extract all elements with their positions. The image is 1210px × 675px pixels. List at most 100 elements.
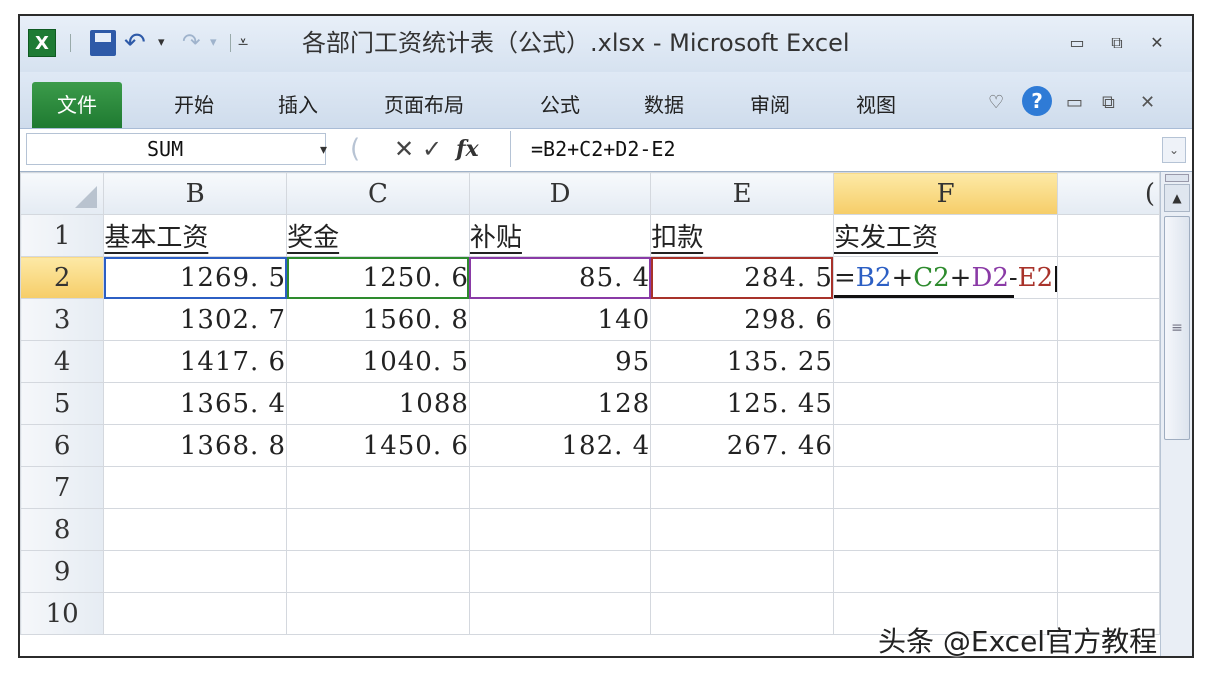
cell-d6[interactable]: 182. 4 <box>468 424 652 467</box>
minimize-ribbon-icon[interactable]: ♡ <box>988 90 1004 116</box>
cell-b6[interactable]: 1368. 8 <box>103 424 288 467</box>
name-box[interactable]: SUM <box>26 133 326 165</box>
cell-f2-editing[interactable]: =B2+C2+D2-E2 <box>832 256 1059 299</box>
cell-c2[interactable]: 1250. 6 <box>286 256 470 299</box>
undo-icon[interactable]: ↶ <box>124 28 146 58</box>
redo-icon[interactable]: ↷ <box>182 28 200 58</box>
cell[interactable] <box>468 550 652 593</box>
cell-g2[interactable] <box>1057 256 1160 299</box>
cell[interactable] <box>468 466 652 509</box>
split-box[interactable] <box>1165 174 1189 182</box>
insert-function-icon[interactable]: fx <box>456 135 479 163</box>
cell-e6[interactable]: 267. 46 <box>650 424 834 467</box>
row-header-selected[interactable]: 2 <box>20 256 105 299</box>
cell[interactable] <box>286 466 470 509</box>
select-all-corner[interactable] <box>20 172 105 215</box>
row-header[interactable]: 7 <box>20 466 105 509</box>
cell-g1[interactable] <box>1057 214 1160 257</box>
cell[interactable] <box>103 508 288 551</box>
cell-g4[interactable] <box>1057 340 1160 383</box>
cell-e1[interactable]: 扣款 <box>650 214 834 257</box>
row-header[interactable]: 6 <box>20 424 105 467</box>
enter-icon[interactable]: ✓ <box>422 135 442 163</box>
cell-c4[interactable]: 1040. 5 <box>286 340 470 383</box>
cell-f3[interactable] <box>832 298 1059 341</box>
row-header[interactable]: 8 <box>20 508 105 551</box>
cell[interactable] <box>1057 550 1160 593</box>
cell-g3[interactable] <box>1057 298 1160 341</box>
scrollbar-thumb[interactable]: ≡ <box>1164 216 1190 440</box>
cell[interactable] <box>286 592 470 635</box>
cell-c3[interactable]: 1560. 8 <box>286 298 470 341</box>
cell[interactable] <box>103 466 288 509</box>
cell-f1[interactable]: 实发工资 <box>832 214 1059 257</box>
workbook-minimize-icon[interactable]: ▭ <box>1066 90 1083 116</box>
cell[interactable] <box>650 550 834 593</box>
cell[interactable] <box>286 508 470 551</box>
tab-page-layout[interactable]: 页面布局 <box>384 82 464 128</box>
cell-e5[interactable]: 125. 45 <box>650 382 834 425</box>
cell-d4[interactable]: 95 <box>468 340 652 383</box>
cell-c5[interactable]: 1088 <box>286 382 470 425</box>
cancel-icon[interactable]: ✕ <box>394 135 414 163</box>
help-icon[interactable]: ? <box>1022 86 1052 116</box>
column-header-f[interactable]: F <box>832 172 1059 215</box>
row-header[interactable]: 3 <box>20 298 105 341</box>
redo-dropdown-icon[interactable]: ▾ <box>210 28 217 58</box>
minimize-window-button[interactable]: ▭ <box>1060 30 1094 56</box>
cell[interactable] <box>1057 508 1160 551</box>
scroll-up-icon[interactable]: ▲ <box>1164 184 1190 212</box>
cell[interactable] <box>286 550 470 593</box>
cell[interactable] <box>468 508 652 551</box>
cell[interactable] <box>832 508 1059 551</box>
cell-f5[interactable] <box>832 382 1059 425</box>
cell-b4[interactable]: 1417. 6 <box>103 340 288 383</box>
cell-e3[interactable]: 298. 6 <box>650 298 834 341</box>
expand-formula-bar-icon[interactable]: ⌄ <box>1162 137 1186 163</box>
tab-file[interactable]: 文件 <box>32 82 122 128</box>
excel-app-icon[interactable]: X <box>28 29 56 57</box>
cell[interactable] <box>832 550 1059 593</box>
cell-f4[interactable] <box>832 340 1059 383</box>
cell[interactable] <box>468 592 652 635</box>
cell-e2[interactable]: 284. 5 <box>650 256 834 299</box>
cell[interactable] <box>650 508 834 551</box>
tab-home[interactable]: 开始 <box>174 82 214 128</box>
tab-view[interactable]: 视图 <box>856 82 896 128</box>
formula-input[interactable]: =B2+C2+D2-E2 <box>510 131 1162 167</box>
row-header[interactable]: 4 <box>20 340 105 383</box>
workbook-restore-icon[interactable]: ⧉ <box>1102 90 1115 116</box>
column-header-d[interactable]: D <box>468 172 652 215</box>
close-window-button[interactable]: ✕ <box>1140 30 1174 56</box>
column-header-c[interactable]: C <box>286 172 470 215</box>
workbook-close-icon[interactable]: ✕ <box>1140 90 1155 116</box>
cell[interactable] <box>1057 466 1160 509</box>
row-header[interactable]: 10 <box>20 592 105 635</box>
save-icon[interactable] <box>90 30 116 56</box>
tab-formulas[interactable]: 公式 <box>540 82 580 128</box>
cell-d3[interactable]: 140 <box>468 298 652 341</box>
cell-b3[interactable]: 1302. 7 <box>103 298 288 341</box>
vertical-scrollbar[interactable]: ▲ ≡ <box>1160 172 1192 656</box>
cell-b2[interactable]: 1269. 5 <box>103 256 288 299</box>
undo-dropdown-icon[interactable]: ▾ <box>158 28 165 58</box>
name-box-dropdown-icon[interactable]: ▾ <box>320 137 327 163</box>
cell-d5[interactable]: 128 <box>468 382 652 425</box>
tab-insert[interactable]: 插入 <box>278 82 318 128</box>
cell[interactable] <box>103 592 288 635</box>
column-header-b[interactable]: B <box>103 172 288 215</box>
cell-e4[interactable]: 135. 25 <box>650 340 834 383</box>
maximize-window-button[interactable]: ⧉ <box>1100 30 1134 56</box>
cell-g5[interactable] <box>1057 382 1160 425</box>
row-header[interactable]: 9 <box>20 550 105 593</box>
cell-b5[interactable]: 1365. 4 <box>103 382 288 425</box>
column-header-g[interactable]: ( <box>1057 172 1160 215</box>
column-header-e[interactable]: E <box>650 172 834 215</box>
cell-c6[interactable]: 1450. 6 <box>286 424 470 467</box>
cell-c1[interactable]: 奖金 <box>286 214 470 257</box>
cell-d1[interactable]: 补贴 <box>468 214 652 257</box>
row-header[interactable]: 1 <box>20 214 105 257</box>
cell[interactable] <box>103 550 288 593</box>
customize-quick-access-icon[interactable]: ⩡ <box>238 28 248 58</box>
tab-review[interactable]: 审阅 <box>750 82 790 128</box>
